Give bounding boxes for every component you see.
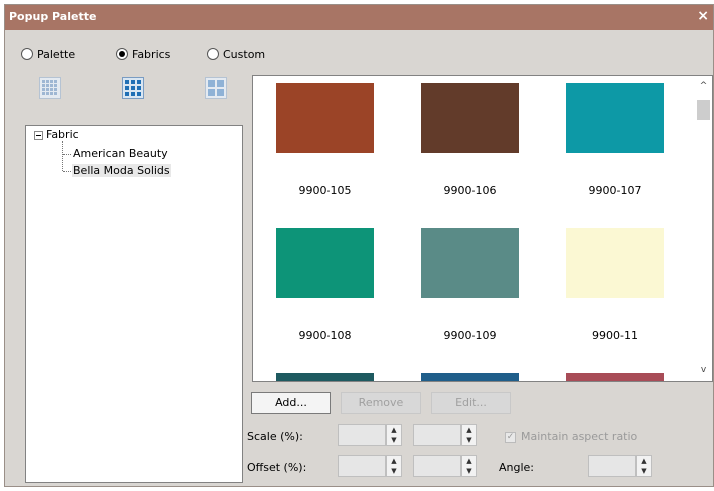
add-button[interactable]: Add... xyxy=(251,392,331,414)
scale-x-spin-buttons[interactable]: ▲ ▼ xyxy=(386,424,402,446)
swatch-9900-107[interactable] xyxy=(566,83,664,153)
spin-up-icon[interactable]: ▲ xyxy=(387,425,401,435)
tree-item-bella-moda-solids[interactable]: Bella Moda Solids xyxy=(72,164,171,177)
maintain-aspect-checkbox[interactable]: ✓ xyxy=(505,432,516,443)
spin-down-icon[interactable]: ▼ xyxy=(387,435,401,445)
radio-palette-circle[interactable] xyxy=(21,48,33,60)
offset-x-stepper[interactable]: ▲ ▼ xyxy=(338,455,402,477)
scale-y-stepper[interactable]: ▲ ▼ xyxy=(413,424,477,446)
fabric-tree[interactable]: Fabric American Beauty Bella Moda Solids xyxy=(25,125,243,483)
tree-connector xyxy=(63,154,71,155)
medium-grid-view-button[interactable] xyxy=(122,77,144,99)
collapse-icon[interactable] xyxy=(34,131,43,140)
scale-label: Scale (%): xyxy=(247,430,303,443)
tree-connector xyxy=(62,141,63,171)
spin-down-icon[interactable]: ▼ xyxy=(462,466,476,476)
close-icon[interactable]: × xyxy=(697,8,709,24)
angle-field[interactable] xyxy=(588,455,636,477)
swatch-9900-105[interactable] xyxy=(276,83,374,153)
radio-fabrics[interactable]: Fabrics xyxy=(116,46,170,62)
medium-grid-icon xyxy=(122,77,144,99)
spin-up-icon[interactable]: ▲ xyxy=(462,456,476,466)
swatch-partial[interactable] xyxy=(566,373,664,381)
offset-y-field[interactable] xyxy=(413,455,461,477)
swatch-label: 9900-108 xyxy=(298,329,352,342)
radio-palette[interactable]: Palette xyxy=(21,46,75,62)
spin-up-icon[interactable]: ▲ xyxy=(637,456,651,466)
offset-y-spin-buttons[interactable]: ▲ ▼ xyxy=(461,455,477,477)
radio-fabrics-circle[interactable] xyxy=(116,48,128,60)
radio-custom[interactable]: Custom xyxy=(207,46,265,62)
title-bar[interactable]: Popup Palette × xyxy=(5,5,713,30)
spin-down-icon[interactable]: ▼ xyxy=(637,466,651,476)
swatch-label: 9900-105 xyxy=(298,184,352,197)
edit-button[interactable]: Edit... xyxy=(431,392,511,414)
offset-x-field[interactable] xyxy=(338,455,386,477)
radio-custom-circle[interactable] xyxy=(207,48,219,60)
angle-stepper[interactable]: ▲ ▼ xyxy=(588,455,652,477)
spin-up-icon[interactable]: ▲ xyxy=(387,456,401,466)
swatch-label: 9900-11 xyxy=(592,329,638,342)
swatch-label: 9900-106 xyxy=(443,184,497,197)
swatch-label: 9900-107 xyxy=(588,184,642,197)
popup-palette-dialog: Popup Palette × Palette Fabrics Custom F… xyxy=(4,4,714,487)
swatch-9900-11[interactable] xyxy=(566,228,664,298)
window-title: Popup Palette xyxy=(9,10,97,23)
swatch-grid[interactable]: 9900-105 9900-106 9900-107 9900-108 9900… xyxy=(252,75,713,382)
spin-down-icon[interactable]: ▼ xyxy=(387,466,401,476)
remove-button[interactable]: Remove xyxy=(341,392,421,414)
large-grid-view-button[interactable] xyxy=(205,77,227,99)
tree-item-american-beauty[interactable]: American Beauty xyxy=(73,147,168,160)
scale-y-spin-buttons[interactable]: ▲ ▼ xyxy=(461,424,477,446)
swatch-9900-109[interactable] xyxy=(421,228,519,298)
radio-custom-label: Custom xyxy=(223,47,266,61)
swatch-9900-108[interactable] xyxy=(276,228,374,298)
offset-x-spin-buttons[interactable]: ▲ ▼ xyxy=(386,455,402,477)
scroll-up-icon[interactable]: ^ xyxy=(695,78,712,94)
scroll-thumb[interactable] xyxy=(697,100,710,120)
small-grid-view-button[interactable] xyxy=(39,77,61,99)
vertical-scrollbar[interactable]: ^ v xyxy=(695,76,712,381)
scale-x-field[interactable] xyxy=(338,424,386,446)
tree-item-fabric[interactable]: Fabric xyxy=(46,128,79,141)
scale-y-field[interactable] xyxy=(413,424,461,446)
offset-label: Offset (%): xyxy=(247,461,307,474)
spin-up-icon[interactable]: ▲ xyxy=(462,425,476,435)
offset-y-stepper[interactable]: ▲ ▼ xyxy=(413,455,477,477)
radio-fabrics-label: Fabrics xyxy=(132,47,171,61)
spin-down-icon[interactable]: ▼ xyxy=(462,435,476,445)
large-grid-icon xyxy=(205,77,227,99)
angle-spin-buttons[interactable]: ▲ ▼ xyxy=(636,455,652,477)
swatch-partial[interactable] xyxy=(421,373,519,381)
scale-x-stepper[interactable]: ▲ ▼ xyxy=(338,424,402,446)
swatch-partial[interactable] xyxy=(276,373,374,381)
tree-connector xyxy=(63,171,71,172)
swatch-9900-106[interactable] xyxy=(421,83,519,153)
radio-palette-label: Palette xyxy=(37,47,76,61)
angle-label: Angle: xyxy=(499,461,535,474)
small-grid-icon xyxy=(39,77,61,99)
scroll-down-icon[interactable]: v xyxy=(695,362,712,378)
swatch-label: 9900-109 xyxy=(443,329,497,342)
maintain-aspect-label: Maintain aspect ratio xyxy=(521,430,638,443)
